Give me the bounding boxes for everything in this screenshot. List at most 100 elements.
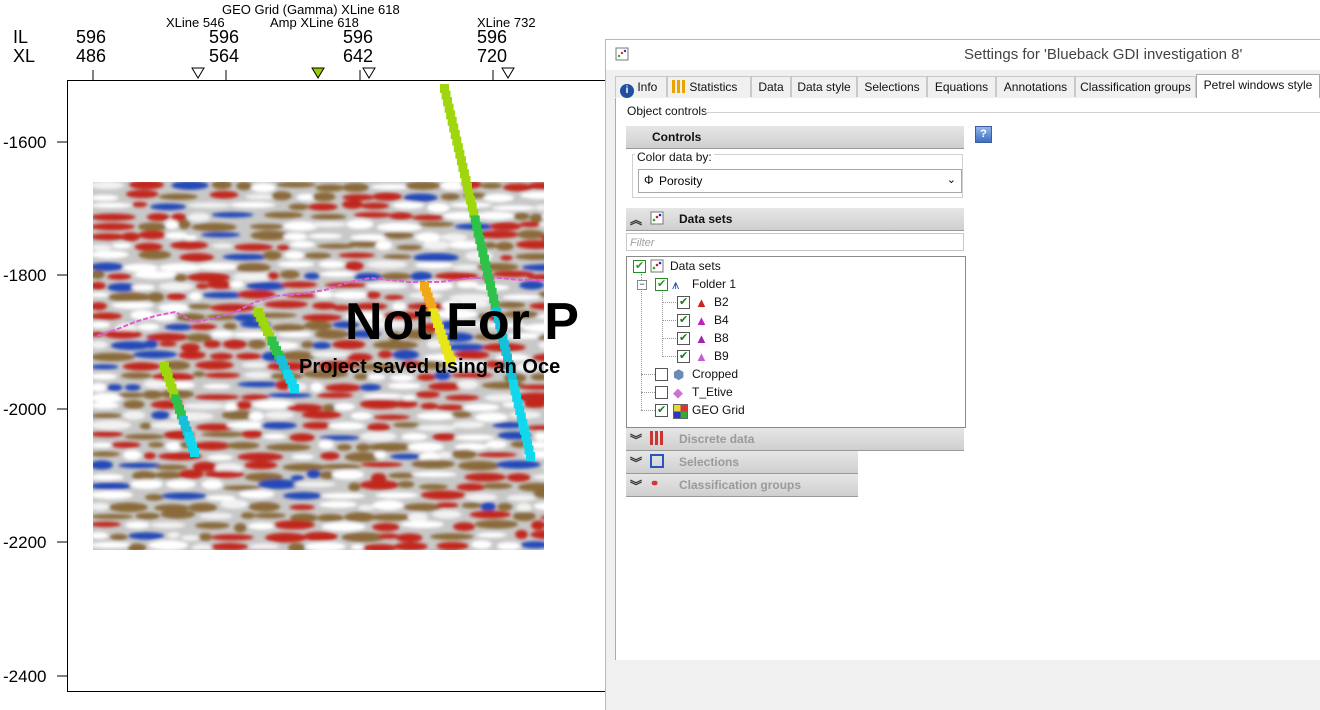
checkbox[interactable]	[655, 368, 668, 381]
seismic-texture-blob	[211, 211, 254, 218]
seismic-texture-blob	[222, 339, 247, 350]
dialog-title-bar[interactable]: Settings for 'Blueback GDI investigation…	[606, 40, 1320, 70]
tab-equations[interactable]: Equations	[927, 76, 996, 97]
app-icon	[615, 47, 629, 61]
seismic-texture-blob	[344, 261, 364, 271]
checkbox[interactable]	[677, 348, 690, 365]
seismic-texture-blob	[151, 410, 170, 420]
seismic-texture-blob	[392, 201, 425, 209]
seismic-texture-blob	[407, 512, 428, 522]
seismic-texture-blob	[542, 523, 544, 527]
seismic-texture-blob	[142, 390, 163, 400]
seismic-texture-blob	[237, 381, 282, 388]
seismic-texture-blob	[209, 190, 239, 199]
seismic-texture-blob	[93, 213, 136, 221]
well-icon: ▲	[695, 295, 708, 310]
seismic-texture-blob	[265, 443, 311, 452]
collapse-toggle-icon[interactable]: −	[637, 280, 647, 290]
tab-classification-groups[interactable]: Classification groups	[1075, 76, 1196, 97]
filter-input[interactable]: Filter	[626, 233, 964, 251]
seismic-texture-blob	[454, 434, 495, 441]
seismic-texture-blob	[170, 240, 209, 250]
checkbox[interactable]	[655, 386, 668, 399]
seismic-texture-blob	[312, 192, 336, 202]
seismic-texture-blob	[138, 250, 172, 260]
tab-statistics[interactable]: Statistics	[667, 76, 751, 97]
statistics-icon	[672, 80, 686, 93]
seismic-texture-blob	[512, 511, 536, 522]
tab-data[interactable]: Data	[751, 76, 791, 97]
seismic-texture-blob	[93, 413, 122, 419]
seismic-texture-blob	[160, 509, 196, 519]
datasets-section-header[interactable]: ︽ Data sets	[626, 208, 964, 231]
seismic-texture-blob	[515, 253, 544, 261]
seismic-texture-blob	[188, 212, 210, 222]
seismic-texture-blob	[138, 552, 160, 557]
seismic-texture-blob	[236, 400, 252, 410]
seismic-texture-blob	[247, 339, 267, 349]
seismic-texture-blob	[93, 442, 114, 448]
seismic-texture-blob	[451, 411, 472, 418]
seismic-texture-blob	[111, 242, 132, 249]
discrete-data-section-header[interactable]: ︾ Discrete data	[626, 428, 964, 451]
seismic-texture-blob	[411, 214, 446, 221]
seismic-texture-blob	[304, 272, 320, 280]
seismic-texture-blob	[166, 293, 187, 301]
top-axis-ticks	[92, 70, 494, 80]
classification-groups-section-header[interactable]: ︾ ⚭ Classification groups	[626, 474, 858, 497]
seismic-viewer[interactable]: IL XL 596 486 596 564 596 642 596 720 GE…	[0, 0, 668, 709]
seismic-texture-blob	[180, 535, 200, 541]
seismic-texture-blob	[420, 490, 466, 500]
xline-markers[interactable]	[191, 67, 515, 79]
checkbox[interactable]	[677, 330, 690, 347]
selections-section-header[interactable]: ︾ Selections	[626, 451, 858, 474]
seismic-texture-blob	[183, 550, 227, 560]
datasets-icon	[650, 259, 664, 273]
seismic-texture-blob	[372, 500, 404, 511]
seismic-texture-blob	[359, 480, 400, 490]
seismic-texture-blob	[382, 254, 412, 260]
seismic-texture-blob	[338, 252, 376, 259]
seismic-texture-blob	[107, 273, 132, 280]
seismic-texture-blob	[125, 521, 150, 529]
seismic-texture-blob	[93, 182, 125, 190]
controls-section-header[interactable]: Controls	[626, 126, 964, 149]
seismic-texture-blob	[178, 350, 206, 360]
checkbox[interactable]	[677, 312, 690, 329]
seismic-texture-blob	[518, 482, 544, 492]
seismic-texture-blob	[143, 452, 156, 460]
tab-info[interactable]: i Info	[615, 76, 667, 98]
checkbox[interactable]	[655, 276, 668, 293]
seismic-texture-blob	[452, 264, 479, 271]
seismic-texture-blob	[415, 232, 441, 243]
seismic-texture-blob	[402, 394, 416, 401]
seismic-texture-blob	[302, 421, 333, 430]
checkbox[interactable]	[677, 294, 690, 311]
color-by-dropdown[interactable]: Φ Porosity ⌄	[638, 169, 962, 193]
seismic-texture-blob	[260, 549, 267, 550]
tab-selections[interactable]: Selections	[857, 76, 927, 97]
chevron-down-icon: ︾	[630, 479, 643, 493]
help-icon[interactable]: ?	[975, 126, 992, 143]
seismic-texture-blob	[469, 510, 511, 519]
checkbox[interactable]	[633, 258, 646, 275]
seismic-texture-blob	[158, 303, 191, 313]
tab-petrel-windows-style[interactable]: Petrel windows style	[1196, 74, 1320, 99]
seismic-texture-blob	[195, 283, 209, 289]
tab-label: Equations	[934, 80, 989, 94]
seismic-section[interactable]	[0, 0, 606, 709]
folder-well-icon: ⩚	[672, 277, 680, 292]
seismic-texture-blob	[480, 182, 503, 189]
seismic-texture-blob	[526, 425, 544, 431]
datasets-tree[interactable]: Data sets − ⩚ Folder 1 ▲ B2 ▲ B4 ▲	[626, 256, 966, 428]
seismic-texture-blob	[462, 403, 500, 412]
seismic-texture-blob	[384, 555, 400, 561]
seismic-texture-blob	[440, 193, 460, 201]
seismic-texture-blob	[481, 482, 513, 490]
tab-annotations[interactable]: Annotations	[996, 76, 1075, 97]
seismic-texture-blob	[93, 331, 104, 337]
section-label: Discrete data	[679, 432, 755, 446]
checkbox[interactable]	[655, 402, 668, 419]
tab-data-style[interactable]: Data style	[791, 76, 857, 97]
seismic-texture-blob	[148, 441, 165, 448]
